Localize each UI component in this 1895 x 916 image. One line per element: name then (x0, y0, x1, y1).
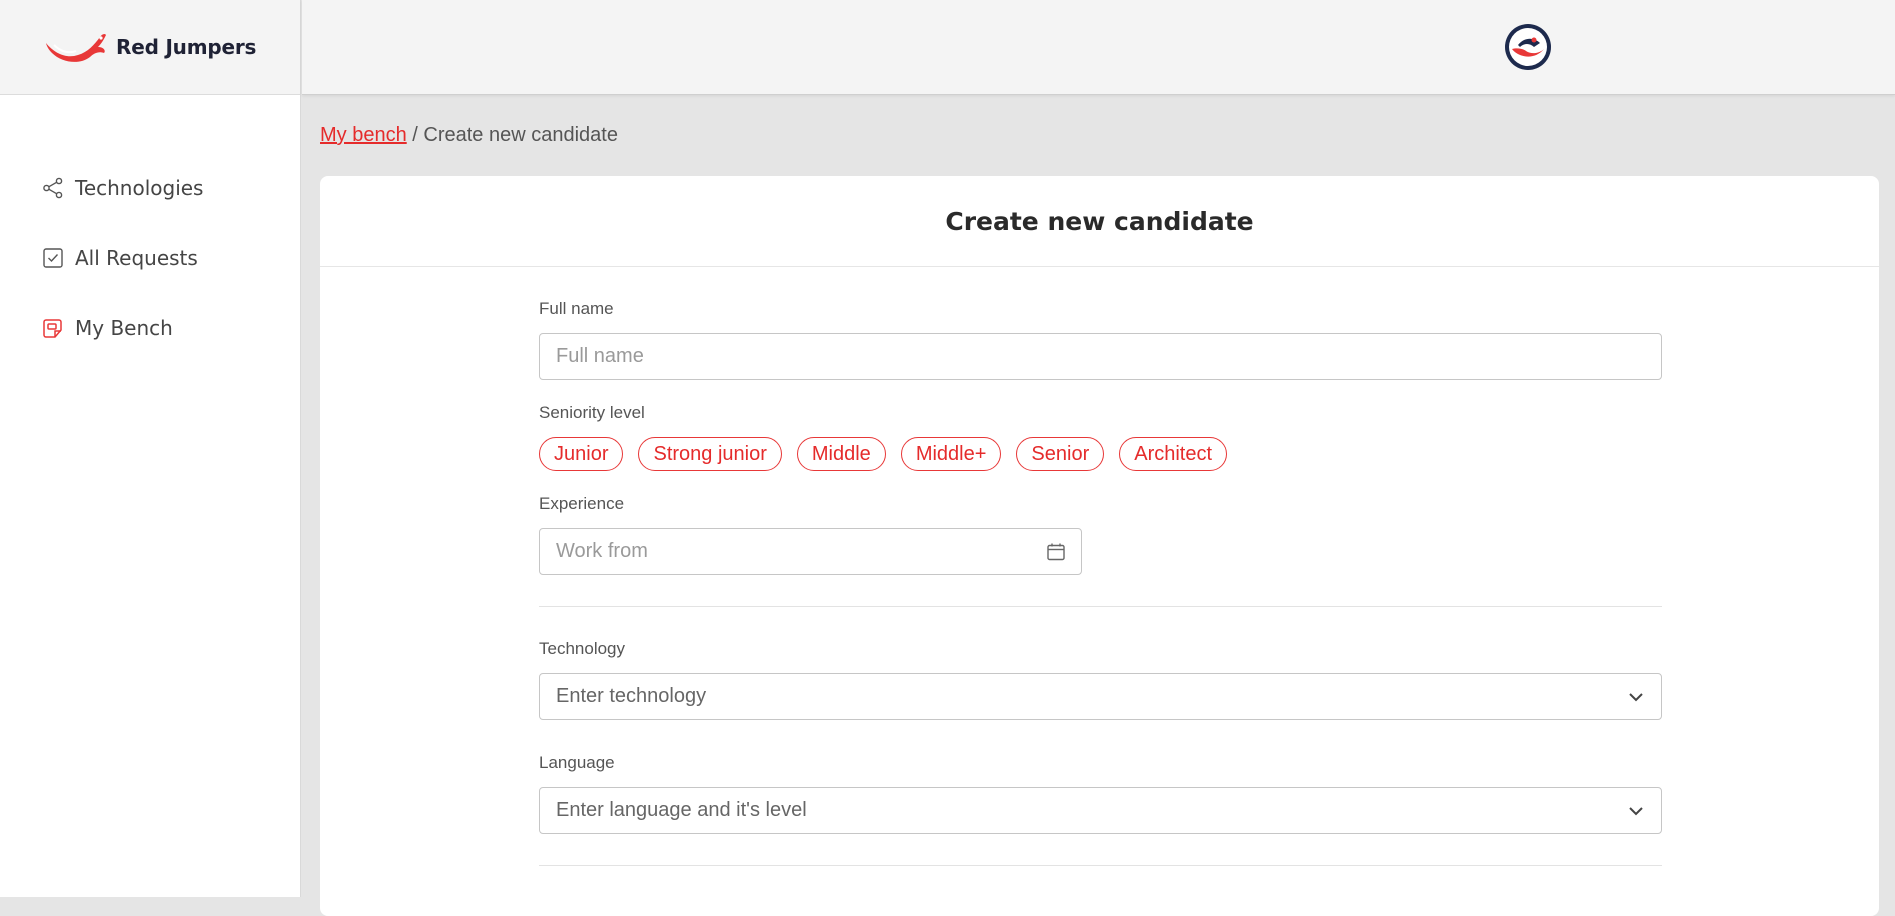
technology-placeholder: Enter technology (556, 685, 707, 707)
seniority-option-architect[interactable]: Architect (1119, 437, 1228, 471)
share-icon (42, 177, 64, 199)
brand-name: Red Jumpers (116, 35, 257, 59)
chevron-down-icon (1625, 686, 1647, 708)
sidebar-item-my-bench[interactable]: My Bench (0, 293, 300, 363)
language-select[interactable]: Enter language and it's level (539, 787, 1662, 834)
seniority-label: Seniority level (539, 403, 645, 422)
page-title: Create new candidate (945, 206, 1254, 236)
section-divider (539, 606, 1662, 607)
seniority-option-junior[interactable]: Junior (539, 437, 624, 471)
section-divider (539, 865, 1662, 866)
experience-label: Experience (539, 494, 625, 513)
language-label: Language (539, 753, 615, 772)
sidebar-item-label: All Requests (75, 246, 198, 270)
seniority-options: Junior Strong junior Middle Middle+ Seni… (539, 437, 1228, 471)
technology-select[interactable]: Enter technology (539, 673, 1662, 720)
breadcrumb-link-my-bench[interactable]: My bench (320, 124, 407, 146)
red-jumpers-logo-icon (46, 33, 106, 62)
top-bar (302, 0, 1895, 95)
logo[interactable]: Red Jumpers (0, 0, 300, 95)
sidebar-item-label: Technologies (75, 176, 204, 200)
bench-icon (42, 317, 64, 339)
breadcrumb-current: Create new candidate (423, 124, 618, 146)
user-avatar-icon (1505, 24, 1551, 70)
full-name-placeholder: Full name (556, 345, 644, 367)
calendar-icon[interactable] (1045, 541, 1067, 563)
full-name-label: Full name (539, 299, 614, 318)
create-candidate-card: Create new candidate Full name Full name… (320, 176, 1879, 916)
checkbox-icon (42, 247, 64, 269)
avatar[interactable] (1504, 23, 1552, 71)
full-name-input[interactable]: Full name (539, 333, 1662, 380)
experience-placeholder: Work from (556, 540, 648, 562)
seniority-option-middle[interactable]: Middle (796, 437, 886, 471)
breadcrumb-separator: / (406, 124, 424, 146)
seniority-option-strong-junior[interactable]: Strong junior (638, 437, 782, 471)
experience-date-input[interactable]: Work from (539, 528, 1082, 575)
sidebar-nav: Technologies All Requests My Bench (0, 95, 300, 363)
sidebar: Red Jumpers Technologies All Requests My… (0, 0, 301, 897)
chevron-down-icon (1625, 800, 1647, 822)
technology-label: Technology (539, 639, 626, 658)
card-header: Create new candidate (320, 176, 1879, 267)
breadcrumb: My bench / Create new candidate (320, 124, 618, 147)
seniority-option-middle-plus[interactable]: Middle+ (900, 437, 1002, 471)
sidebar-item-technologies[interactable]: Technologies (0, 153, 300, 223)
sidebar-item-all-requests[interactable]: All Requests (0, 223, 300, 293)
sidebar-item-label: My Bench (75, 316, 173, 340)
seniority-option-senior[interactable]: Senior (1016, 437, 1105, 471)
language-placeholder: Enter language and it's level (556, 799, 807, 821)
